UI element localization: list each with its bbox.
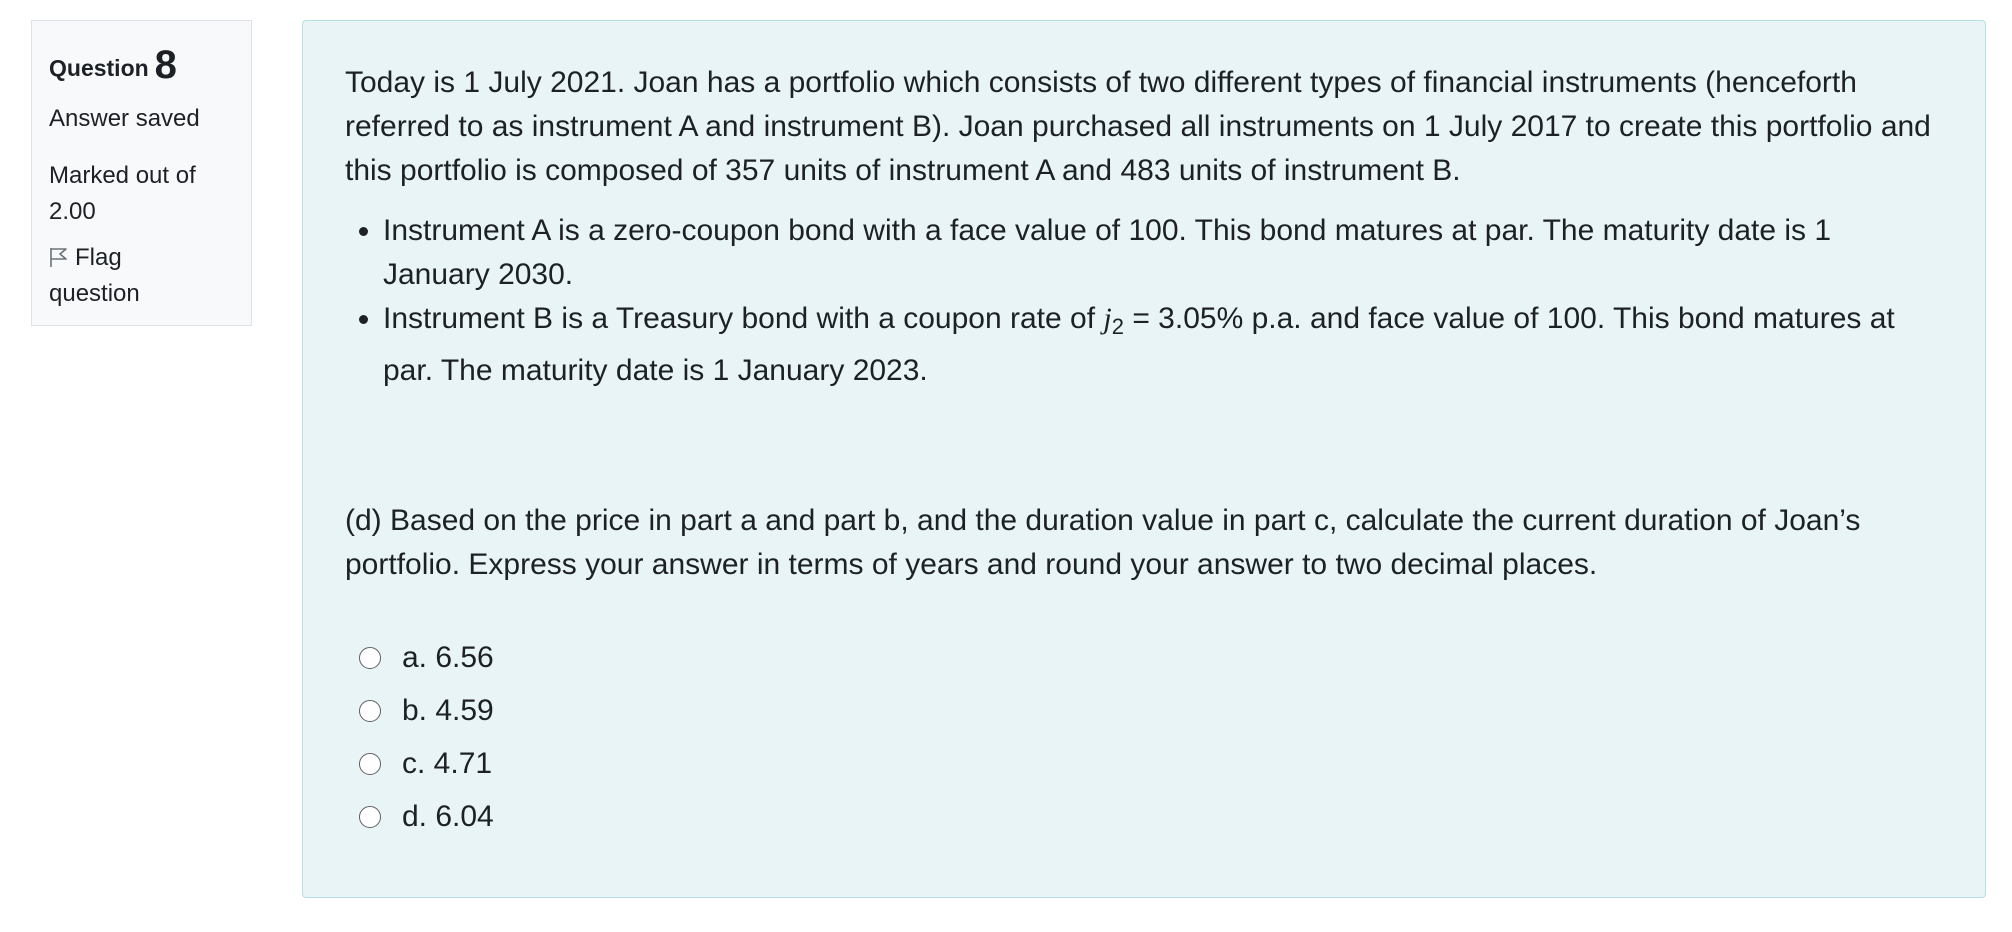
answer-option-label: b. 4.59: [402, 693, 494, 727]
flag-label-line1: Flag: [75, 243, 122, 271]
instrument-list: Instrument A is a zero-coupon bond with …: [345, 209, 1937, 393]
question-state: Answer saved: [49, 105, 200, 132]
answer-option-a[interactable]: a. 6.56: [345, 631, 1937, 684]
question-label: Question: [49, 55, 149, 81]
grade-label: Marked out of: [49, 161, 196, 189]
radio-button[interactable]: [359, 699, 381, 722]
radio-button[interactable]: [359, 752, 381, 775]
flag-label-line2: question: [49, 279, 140, 307]
answer-option-c[interactable]: c. 4.71: [345, 737, 1937, 790]
answer-option-b[interactable]: b. 4.59: [345, 684, 1937, 737]
answer-option-label: c. 4.71: [402, 746, 493, 780]
coupon-rate-subscript: 2: [1111, 314, 1124, 339]
answer-option-d[interactable]: d. 6.04: [345, 790, 1937, 843]
question-number: 8: [154, 43, 177, 87]
question-info-panel: Question 8 Answer saved Marked out of 2.…: [31, 20, 252, 326]
radio-button[interactable]: [359, 646, 381, 669]
instrument-a-text: Instrument A is a zero-coupon bond with …: [383, 214, 1832, 291]
question-number-heading: Question 8: [49, 43, 235, 87]
instrument-a-item: Instrument A is a zero-coupon bond with …: [383, 209, 1937, 297]
question-content-panel: Today is 1 July 2021. Joan has a portfol…: [302, 20, 1986, 898]
grade-value: 2.00: [49, 197, 96, 225]
answer-option-label: d. 6.04: [402, 799, 494, 833]
flag-question-link[interactable]: Flag question: [49, 240, 235, 312]
question-grade: Marked out of 2.00: [49, 158, 235, 230]
flag-icon: [50, 247, 67, 267]
coupon-rate-variable: j: [1103, 302, 1112, 335]
answer-option-label: a. 6.56: [402, 640, 494, 674]
instrument-b-text-before: Instrument B is a Treasury bond with a c…: [383, 302, 1104, 335]
answer-options: a. 6.56 b. 4.59 c. 4.71 d. 6.04: [345, 631, 1937, 843]
radio-button[interactable]: [359, 805, 381, 828]
question-part-d: (d) Based on the price in part a and par…: [345, 504, 1861, 581]
instrument-b-item: Instrument B is a Treasury bond with a c…: [383, 297, 1937, 393]
question-intro: Today is 1 July 2021. Joan has a portfol…: [345, 66, 1931, 187]
